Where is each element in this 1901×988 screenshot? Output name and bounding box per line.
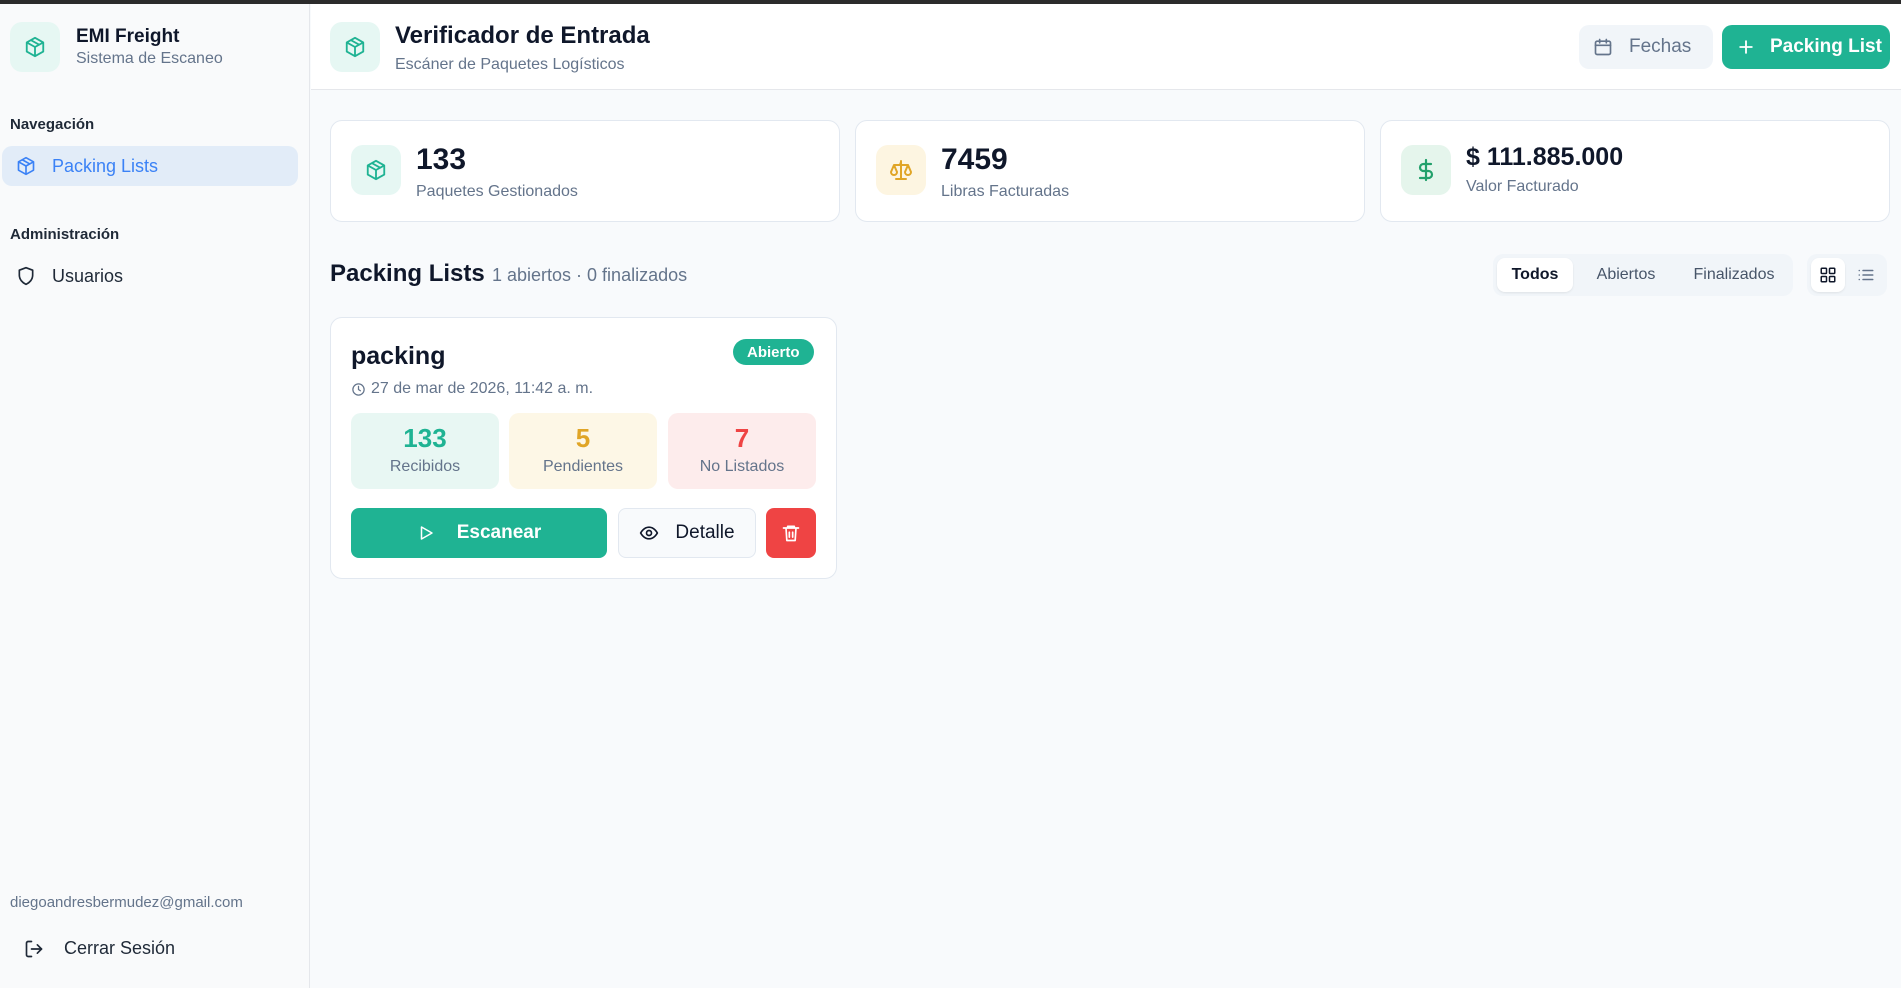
metric-label: No Listados xyxy=(699,458,785,475)
metric-no-listados: 7 No Listados xyxy=(668,413,816,489)
brand: EMI Freight Sistema de Escaneo xyxy=(10,22,223,72)
sidebar-item-label: Packing Lists xyxy=(52,155,159,176)
package-icon xyxy=(351,145,401,195)
status-badge: Abierto xyxy=(733,339,814,365)
logout-button[interactable]: Cerrar Sesión xyxy=(24,938,175,959)
user-email: diegoandresbermudez@gmail.com xyxy=(10,894,243,911)
package-icon xyxy=(17,156,35,176)
scale-icon xyxy=(876,145,926,195)
list-icon xyxy=(1858,269,1874,281)
list-view-button[interactable] xyxy=(1849,258,1883,292)
metric-value: 7 xyxy=(734,423,750,453)
filter-abiertos[interactable]: Abiertos xyxy=(1581,258,1671,292)
package-icon xyxy=(330,22,380,72)
delete-button[interactable] xyxy=(766,508,816,558)
metric-pendientes: 5 Pendientes xyxy=(509,413,657,489)
stat-value: 133 xyxy=(416,143,467,176)
metric-recibidos: 133 Recibidos xyxy=(351,413,499,489)
stat-card-pounds: 7459 Libras Facturadas xyxy=(855,120,1365,222)
sidebar-item-label: Usuarios xyxy=(52,265,124,286)
stat-label: Libras Facturadas xyxy=(941,183,1070,200)
grid-icon xyxy=(1820,267,1836,283)
logout-label: Cerrar Sesión xyxy=(64,938,176,958)
detail-button-label: Detalle xyxy=(675,522,735,543)
page-header: Verificador de Entrada Escáner de Paquet… xyxy=(311,4,1901,90)
sidebar-item-packing-lists[interactable]: Packing Lists xyxy=(2,146,298,186)
section-title: Packing Lists xyxy=(330,260,485,287)
app-subtitle: Sistema de Escaneo xyxy=(76,50,223,67)
packing-list-card: packing Abierto 27 de mar de 2026, 11:42… xyxy=(330,317,837,579)
admin-section-title: Administración xyxy=(10,226,120,243)
eye-icon xyxy=(640,526,659,540)
logout-icon xyxy=(25,940,43,957)
stat-label: Valor Facturado xyxy=(1466,178,1579,195)
date-text: 27 de mar de 2026, 11:42 a. m. xyxy=(371,380,594,397)
new-packing-list-button[interactable]: Packing List xyxy=(1722,25,1890,69)
filter-todos[interactable]: Todos xyxy=(1497,258,1573,292)
shield-icon xyxy=(18,266,34,286)
metric-value: 133 xyxy=(403,423,447,453)
dates-button[interactable]: Fechas xyxy=(1579,25,1713,69)
filter-finalizados[interactable]: Finalizados xyxy=(1679,258,1789,292)
sidebar-item-usuarios[interactable]: Usuarios xyxy=(2,256,298,296)
dates-button-label: Fechas xyxy=(1629,36,1692,57)
page-subtitle: Escáner de Paquetes Logísticos xyxy=(395,56,625,73)
plus-icon xyxy=(1739,40,1753,54)
packing-list-name: packing xyxy=(351,342,446,370)
grid-view-button[interactable] xyxy=(1811,258,1845,292)
scan-button[interactable]: Escanear xyxy=(351,508,607,558)
play-icon xyxy=(420,526,433,540)
dollar-icon xyxy=(1401,145,1451,195)
page-title: Verificador de Entrada xyxy=(395,22,650,49)
stat-value: $ 111.885.000 xyxy=(1466,143,1624,171)
trash-icon xyxy=(782,525,800,542)
view-toggle xyxy=(1807,254,1887,296)
metric-label: Recibidos xyxy=(389,458,461,475)
packing-list-date: 27 de mar de 2026, 11:42 a. m. xyxy=(351,380,593,398)
detail-button[interactable]: Detalle xyxy=(618,508,756,558)
metric-value: 5 xyxy=(575,423,591,453)
stat-label: Paquetes Gestionados xyxy=(416,183,578,200)
stat-card-value: $ 111.885.000 Valor Facturado xyxy=(1380,120,1890,222)
calendar-icon xyxy=(1594,38,1612,56)
sidebar: EMI Freight Sistema de Escaneo Navegació… xyxy=(0,4,310,988)
clock-icon xyxy=(352,382,365,396)
new-packing-list-label: Packing List xyxy=(1770,36,1882,57)
app-name: EMI Freight xyxy=(76,26,180,47)
metric-label: Pendientes xyxy=(542,458,624,475)
section-summary: 1 abiertos · 0 finalizados xyxy=(492,265,688,285)
status-filter-group: Todos Abiertos Finalizados xyxy=(1493,254,1793,296)
stat-card-packages: 133 Paquetes Gestionados xyxy=(330,120,840,222)
stat-value: 7459 xyxy=(941,143,1008,176)
scan-button-label: Escanear xyxy=(456,522,542,543)
nav-section-title: Navegación xyxy=(10,116,95,133)
package-icon xyxy=(10,22,60,72)
